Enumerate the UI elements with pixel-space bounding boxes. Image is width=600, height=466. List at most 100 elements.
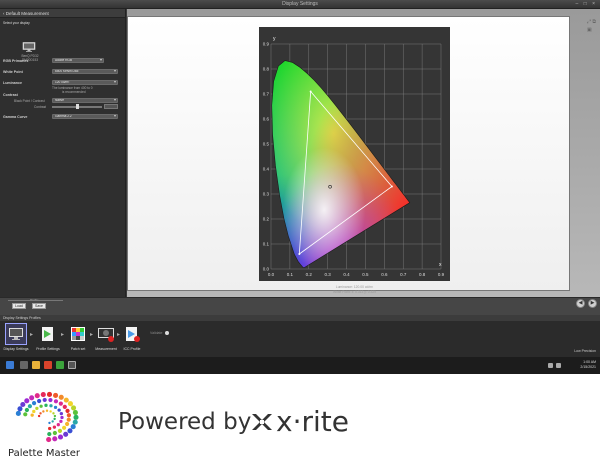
chart-caption-whitepoint: White Point: x: 0.313 y: 0.329 <box>332 290 377 294</box>
logo-dot <box>73 414 79 420</box>
logo-dot <box>48 426 52 431</box>
logo-dot <box>39 412 42 415</box>
luminance-note-2: is recommended <box>62 90 86 94</box>
gamut-vertex-point <box>390 185 393 188</box>
logo-dot <box>48 421 51 425</box>
contrast-mode-select[interactable]: Native <box>52 98 118 103</box>
logo-dot <box>15 410 21 417</box>
logo-dot <box>46 437 52 443</box>
view-toggle-icon[interactable]: ⤢ ⧉ <box>587 19 596 25</box>
monitor-icon[interactable] <box>22 42 36 52</box>
next-arrow-button[interactable]: ▶ <box>588 299 597 308</box>
workflow-header: Display Settings Profiles <box>0 315 600 321</box>
y-tick-label: 0.1 <box>263 242 270 247</box>
powered-by-text: Powered by <box>118 409 252 435</box>
white-point-label: White Point <box>3 70 23 74</box>
contrast-slider-label: Contrast <box>34 105 47 109</box>
y-tick-label: 0.7 <box>263 92 270 97</box>
rgb-primaries-select[interactable]: Adobe RGB <box>52 58 104 63</box>
os-taskbar: 1:00 AM 2/15/2021 <box>0 357 600 374</box>
logo-dot <box>30 413 34 417</box>
y-tick-label: 0.3 <box>263 192 270 197</box>
spectral-locus-fill <box>271 60 410 268</box>
step-label-icc-profile: ICC Profile <box>123 347 141 351</box>
search-icon[interactable] <box>20 361 28 369</box>
logo-dot <box>72 409 78 416</box>
validate-label: Validate <box>150 331 163 335</box>
logo-dot <box>58 401 63 406</box>
back-arrow-button[interactable]: ◀ <box>576 299 585 308</box>
logo-dot <box>53 417 56 421</box>
logo-dot <box>60 415 64 420</box>
logo-dot <box>20 401 26 408</box>
application-screen: Display Settings – □ × ‹ Default Measure… <box>0 0 600 374</box>
y-tick-label: 0.4 <box>263 167 270 172</box>
chart-canvas: 0.0 0.1 0.2 0.3 0.4 0.5 0.6 0.7 0.8 0.9 0.0 0.1 0.2 0… <box>127 16 570 294</box>
settings-sidebar: ‹ Default Measurement Select your displa… <box>0 9 126 297</box>
logo-dot <box>65 421 70 427</box>
browser-icon[interactable] <box>44 361 52 369</box>
contrast-slider-handle[interactable] <box>76 104 79 109</box>
step-patch-set[interactable] <box>68 324 88 344</box>
validate-toggle[interactable] <box>165 331 169 335</box>
workflow-strip: Display Settings Profiles Display Settin… <box>0 315 600 357</box>
logo-dot <box>56 423 60 427</box>
white-point-select[interactable]: 6500 Kelvin D65 <box>52 69 118 74</box>
contrast-section-label: Contrast <box>3 93 18 97</box>
palette-master-taskbar-icon[interactable] <box>68 361 76 369</box>
chart-caption-luminance: Luminance: 120.00 cd/m² <box>335 285 374 289</box>
save-button[interactable]: Save <box>32 303 46 309</box>
logo-dot <box>34 393 40 399</box>
tray-network-icon[interactable] <box>548 363 553 368</box>
logo-dot <box>63 397 69 403</box>
logo-dot <box>31 401 37 406</box>
logo-dot <box>49 410 52 413</box>
logo-dot <box>52 412 55 415</box>
step-display-settings[interactable] <box>5 323 27 345</box>
logo-dot <box>62 425 67 430</box>
cie-chart: 0.0 0.1 0.2 0.3 0.4 0.5 0.6 0.7 0.8 0.9 0.0 0.1 0.2 0… <box>259 27 450 294</box>
step-profile-settings[interactable] <box>38 324 58 344</box>
window-controls[interactable]: – □ × <box>576 1 598 7</box>
logo-dot <box>52 436 58 442</box>
explorer-icon[interactable] <box>32 361 40 369</box>
load-button[interactable]: Load <box>12 303 26 309</box>
step-label-patch-set: Patch set <box>70 347 86 351</box>
logo-dot <box>57 408 61 412</box>
y-tick-label: 0.6 <box>263 117 270 122</box>
snapshot-icon[interactable]: ▣ <box>587 27 596 33</box>
start-icon[interactable] <box>6 361 14 369</box>
x-axis-label: x <box>439 262 442 268</box>
back-chevron-icon[interactable]: ‹ <box>3 11 5 16</box>
logo-dot <box>57 434 64 440</box>
logo-dot <box>48 397 53 403</box>
x-tick-label: 0.7 <box>400 272 407 277</box>
app-icon[interactable] <box>56 361 64 369</box>
step-measurement[interactable] <box>96 324 116 344</box>
logo-dot <box>53 405 58 410</box>
separator-line <box>8 300 63 301</box>
logo-dot <box>65 408 70 413</box>
contrast-value-box[interactable] <box>104 104 118 109</box>
luminance-select[interactable]: 120 cd/m² <box>52 80 118 85</box>
logo-dot <box>47 431 52 437</box>
logo-dot <box>45 409 49 412</box>
display-settings-icon <box>9 328 23 340</box>
y-tick-label: 0.9 <box>263 42 270 47</box>
x-tick-label: 0.5 <box>362 272 369 277</box>
y-tick-label: 0.8 <box>263 67 270 72</box>
logo-dot <box>53 414 57 418</box>
logo-dot <box>39 404 43 408</box>
logo-dot <box>57 428 63 433</box>
logo-dot <box>63 431 69 437</box>
clock[interactable]: 1:00 AM 2/15/2021 <box>580 360 596 370</box>
logo-dot <box>66 417 71 422</box>
x-tick-label: 0.3 <box>325 272 332 277</box>
y-tick-label: 0.2 <box>263 217 270 222</box>
step-arrow-icon: ▸ <box>61 332 65 338</box>
tray-volume-icon[interactable] <box>556 363 561 368</box>
brand-name: x·rite <box>276 405 349 438</box>
logo-dot <box>67 428 73 434</box>
gamma-select[interactable]: Gamma 2.2 <box>52 114 118 119</box>
step-icc-profile[interactable] <box>122 324 142 344</box>
